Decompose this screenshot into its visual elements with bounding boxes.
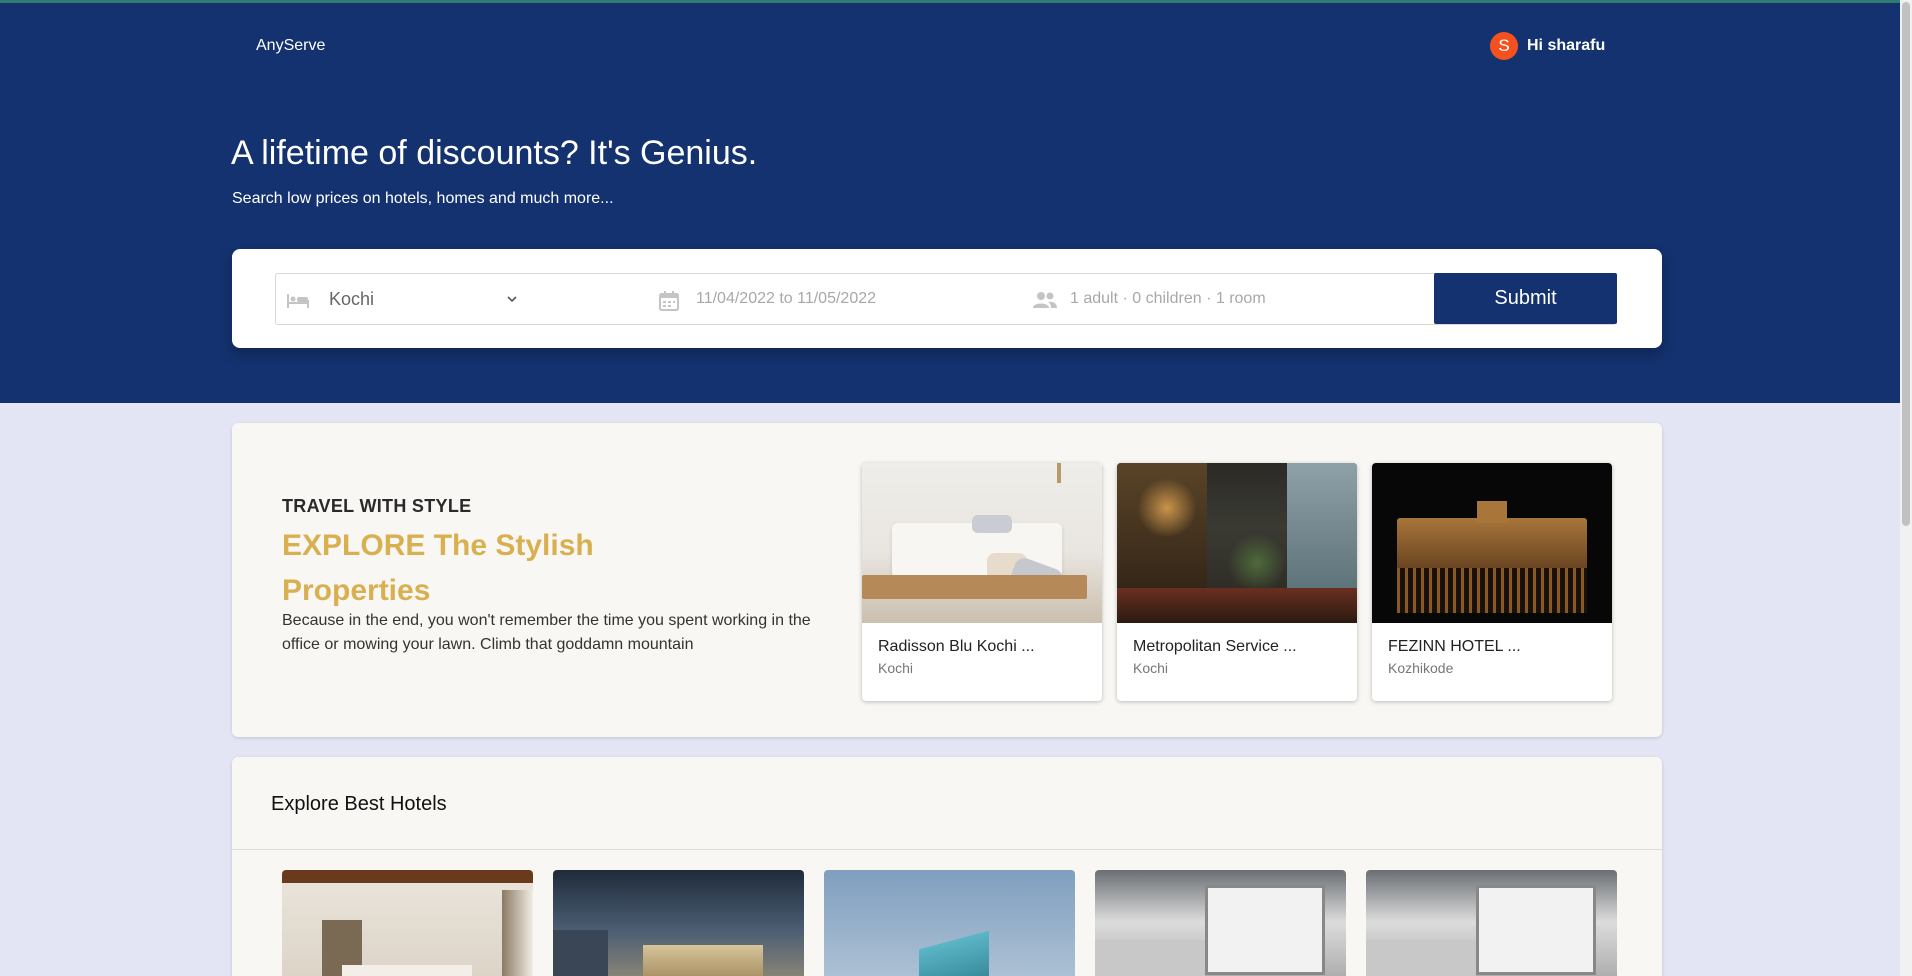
promo-title: EXPLORE The Stylish Properties xyxy=(282,529,594,607)
bed-icon xyxy=(287,294,309,308)
search-bar: Kochi 11/04/2022 to 11/05/2022 1 adult ·… xyxy=(275,273,1616,325)
user-menu[interactable]: S Hi sharafu xyxy=(1490,32,1605,60)
property-card[interactable]: FEZINN HOTEL ... Kozhikode xyxy=(1372,463,1612,701)
brand-logo[interactable]: AnyServe xyxy=(256,37,325,55)
location-select[interactable]: Kochi xyxy=(276,274,650,324)
hotel-thumbnail[interactable] xyxy=(1095,870,1346,976)
property-name[interactable]: Radisson Blu Kochi ... xyxy=(878,638,1035,656)
best-hotels-section: Explore Best Hotels xyxy=(232,757,1662,976)
people-icon xyxy=(1033,292,1057,308)
date-range-input[interactable]: 11/04/2022 to 11/05/2022 xyxy=(650,274,1024,324)
promo-kicker: TRAVEL WITH STYLE xyxy=(282,496,472,516)
date-range-value: 11/04/2022 to 11/05/2022 xyxy=(696,290,877,307)
hotel-thumbnail[interactable] xyxy=(282,870,533,976)
user-avatar[interactable]: S xyxy=(1490,32,1518,60)
section-title: Explore Best Hotels xyxy=(271,793,447,815)
hero-subtitle: Search low prices on hotels, homes and m… xyxy=(232,190,614,207)
property-city: Kochi xyxy=(878,660,914,676)
property-name[interactable]: FEZINN HOTEL ... xyxy=(1388,638,1521,656)
location-value: Kochi xyxy=(329,288,375,309)
property-card[interactable]: Metropolitan Service ... Kochi xyxy=(1117,463,1357,701)
property-card[interactable]: Radisson Blu Kochi ... Kochi xyxy=(862,463,1102,701)
page-scrollbar[interactable] xyxy=(1900,0,1912,976)
property-image xyxy=(1372,463,1612,623)
user-greeting[interactable]: Hi sharafu xyxy=(1527,37,1605,55)
property-image xyxy=(862,463,1102,623)
section-divider xyxy=(232,849,1662,850)
hotel-thumbnail[interactable] xyxy=(824,870,1075,976)
stylish-properties-section: TRAVEL WITH STYLE EXPLORE The Stylish Pr… xyxy=(232,423,1662,737)
property-city: Kozhikode xyxy=(1388,660,1454,676)
guests-input[interactable]: 1 adult · 0 children · 1 room xyxy=(1024,274,1434,324)
hero-title: A lifetime of discounts? It's Genius. xyxy=(231,134,758,172)
calendar-icon xyxy=(659,291,679,311)
promo-description: Because in the end, you won't remember t… xyxy=(282,612,811,653)
property-city: Kochi xyxy=(1133,660,1169,676)
submit-button[interactable]: Submit xyxy=(1434,273,1617,324)
hotel-thumbnail[interactable] xyxy=(1366,870,1617,976)
chevron-down-icon xyxy=(507,296,517,303)
hotel-thumbnail[interactable] xyxy=(553,870,804,976)
property-image xyxy=(1117,463,1357,623)
property-name[interactable]: Metropolitan Service ... xyxy=(1133,638,1297,656)
guests-value: 1 adult · 0 children · 1 room xyxy=(1070,290,1266,307)
scrollbar-thumb[interactable] xyxy=(1902,2,1910,526)
